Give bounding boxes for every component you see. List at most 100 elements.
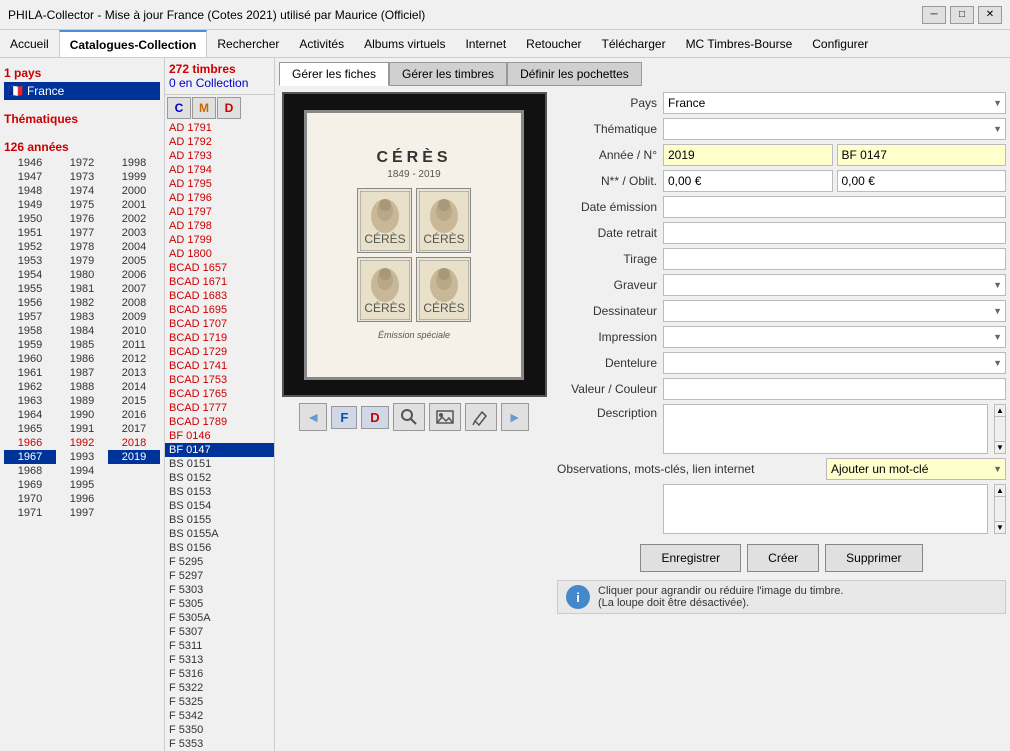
year-1947[interactable]: 1947 xyxy=(4,170,56,184)
list-item[interactable]: AD 1793 xyxy=(165,149,274,163)
thematique-select[interactable] xyxy=(663,118,1006,140)
year-2015[interactable]: 2015 xyxy=(108,394,160,408)
year-2003[interactable]: 2003 xyxy=(108,226,160,240)
oblit-input[interactable] xyxy=(837,170,1007,192)
menu-activites[interactable]: Activités xyxy=(289,30,354,57)
list-item-selected[interactable]: BF 0147 xyxy=(165,443,274,457)
list-item[interactable]: BS 0156 xyxy=(165,541,274,555)
menu-accueil[interactable]: Accueil xyxy=(0,30,59,57)
year-1969[interactable]: 1969 xyxy=(4,478,56,492)
maximize-button[interactable]: □ xyxy=(950,6,974,24)
list-item[interactable]: F 5297 xyxy=(165,569,274,583)
year-1958[interactable]: 1958 xyxy=(4,324,56,338)
tirage-input[interactable] xyxy=(663,248,1006,270)
year-1978[interactable]: 1978 xyxy=(56,240,108,254)
year-1983[interactable]: 1983 xyxy=(56,310,108,324)
prev-button[interactable]: ◄ xyxy=(299,403,327,431)
year-1985[interactable]: 1985 xyxy=(56,338,108,352)
year-1963[interactable]: 1963 xyxy=(4,394,56,408)
year-1967[interactable]: 1967 xyxy=(4,450,56,464)
list-item[interactable]: AD 1799 xyxy=(165,233,274,247)
year-1988[interactable]: 1988 xyxy=(56,380,108,394)
year-2000[interactable]: 2000 xyxy=(108,184,160,198)
year-1959[interactable]: 1959 xyxy=(4,338,56,352)
year-1995[interactable]: 1995 xyxy=(56,478,108,492)
list-item[interactable]: F 5303 xyxy=(165,583,274,597)
date-retrait-input[interactable] xyxy=(663,222,1006,244)
year-1980[interactable]: 1980 xyxy=(56,268,108,282)
btn-d[interactable]: D xyxy=(217,97,241,119)
year-1994[interactable]: 1994 xyxy=(56,464,108,478)
stamp-image[interactable]: CÉRÈS 1849 - 2019 CÉRÈS xyxy=(282,92,547,397)
impression-select[interactable] xyxy=(663,326,1006,348)
menu-mc-timbres[interactable]: MC Timbres-Bourse xyxy=(676,30,803,57)
f-button[interactable]: F xyxy=(331,406,357,429)
year-1974[interactable]: 1974 xyxy=(56,184,108,198)
list-item[interactable]: F 5325 xyxy=(165,695,274,709)
year-1981[interactable]: 1981 xyxy=(56,282,108,296)
list-item[interactable]: BCAD 1671 xyxy=(165,275,274,289)
tab-gerer-fiches[interactable]: Gérer les fiches xyxy=(279,62,389,86)
year-1971[interactable]: 1971 xyxy=(4,506,56,520)
valeur-input[interactable] xyxy=(663,378,1006,400)
list-item[interactable]: F 5353 xyxy=(165,737,274,751)
year-1990[interactable]: 1990 xyxy=(56,408,108,422)
year-1950[interactable]: 1950 xyxy=(4,212,56,226)
list-item[interactable]: AD 1798 xyxy=(165,219,274,233)
year-1968[interactable]: 1968 xyxy=(4,464,56,478)
next-button[interactable]: ► xyxy=(501,403,529,431)
close-button[interactable]: ✕ xyxy=(978,6,1002,24)
year-2001[interactable]: 2001 xyxy=(108,198,160,212)
save-button[interactable]: Enregistrer xyxy=(640,544,741,572)
year-1991[interactable]: 1991 xyxy=(56,422,108,436)
year-1977[interactable]: 1977 xyxy=(56,226,108,240)
d-button[interactable]: D xyxy=(361,406,388,429)
dessinateur-select[interactable] xyxy=(663,300,1006,322)
list-item[interactable]: BS 0151 xyxy=(165,457,274,471)
list-item[interactable]: F 5307 xyxy=(165,625,274,639)
year-1975[interactable]: 1975 xyxy=(56,198,108,212)
year-1984[interactable]: 1984 xyxy=(56,324,108,338)
country-france[interactable]: 🇫🇷France xyxy=(4,82,160,100)
menu-albums[interactable]: Albums virtuels xyxy=(354,30,455,57)
menu-telecharger[interactable]: Télécharger xyxy=(592,30,676,57)
year-1954[interactable]: 1954 xyxy=(4,268,56,282)
year-2008[interactable]: 2008 xyxy=(108,296,160,310)
create-button[interactable]: Créer xyxy=(747,544,819,572)
graveur-select[interactable] xyxy=(663,274,1006,296)
description-textarea[interactable] xyxy=(663,404,988,454)
list-item[interactable]: BCAD 1765 xyxy=(165,387,274,401)
list-item[interactable]: F 5305 xyxy=(165,597,274,611)
list-item[interactable]: BCAD 1695 xyxy=(165,303,274,317)
year-1996[interactable]: 1996 xyxy=(56,492,108,506)
year-1955[interactable]: 1955 xyxy=(4,282,56,296)
year-2012[interactable]: 2012 xyxy=(108,352,160,366)
list-item[interactable]: F 5311 xyxy=(165,639,274,653)
year-1962[interactable]: 1962 xyxy=(4,380,56,394)
list-item[interactable]: AD 1791 xyxy=(165,121,274,135)
year-1956[interactable]: 1956 xyxy=(4,296,56,310)
menu-retoucher[interactable]: Retoucher xyxy=(516,30,591,57)
year-1982[interactable]: 1982 xyxy=(56,296,108,310)
year-1992[interactable]: 1992 xyxy=(56,436,108,450)
year-1993[interactable]: 1993 xyxy=(56,450,108,464)
year-1946[interactable]: 1946 xyxy=(4,156,56,170)
year-2014[interactable]: 2014 xyxy=(108,380,160,394)
pays-select[interactable]: France xyxy=(663,92,1006,114)
list-item[interactable]: F 5295 xyxy=(165,555,274,569)
tab-definir-pochettes[interactable]: Définir les pochettes xyxy=(507,62,642,86)
year-1986[interactable]: 1986 xyxy=(56,352,108,366)
list-item[interactable]: BS 0154 xyxy=(165,499,274,513)
year-1948[interactable]: 1948 xyxy=(4,184,56,198)
obs-keyword-select[interactable]: Ajouter un mot-clé xyxy=(826,458,1006,480)
list-item[interactable]: BCAD 1741 xyxy=(165,359,274,373)
year-1972[interactable]: 1972 xyxy=(56,156,108,170)
list-item[interactable]: BCAD 1789 xyxy=(165,415,274,429)
list-item[interactable]: BF 0146 xyxy=(165,429,274,443)
date-emission-input[interactable] xyxy=(663,196,1006,218)
menu-configurer[interactable]: Configurer xyxy=(802,30,878,57)
list-item[interactable]: F 5322 xyxy=(165,681,274,695)
annee-input[interactable] xyxy=(663,144,833,166)
year-1964[interactable]: 1964 xyxy=(4,408,56,422)
list-item[interactable]: BCAD 1657 xyxy=(165,261,274,275)
